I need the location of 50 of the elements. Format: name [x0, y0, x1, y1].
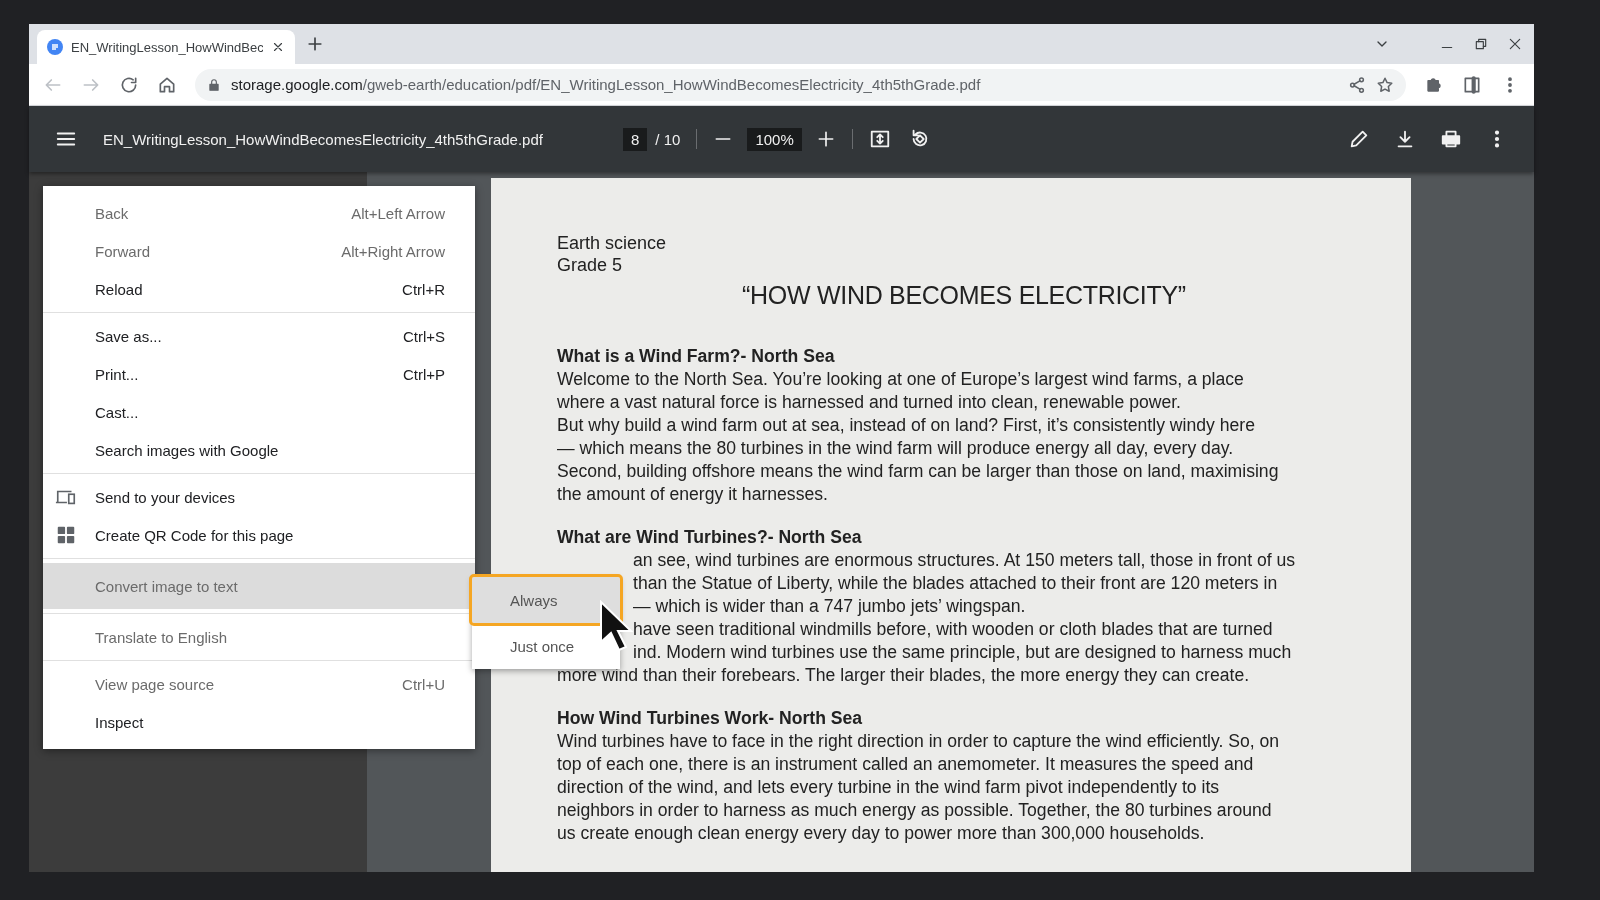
document-text-line: Wind turbines have to face in the right direction in order to capture the wind efficiently. So, on	[557, 730, 1281, 753]
restore-icon[interactable]	[1474, 37, 1488, 51]
menu-item[interactable]: Inspect	[43, 703, 475, 741]
zoom-field[interactable]: 100%	[747, 127, 802, 151]
fit-page-icon[interactable]	[868, 128, 891, 150]
submenu-item[interactable]: Always	[472, 577, 620, 623]
menu-item[interactable]: Create QR Code for this page	[43, 516, 475, 554]
document-text-line: where a vast natural force is harnessed and turned into clean, renewable power.	[557, 391, 1182, 414]
side-panel-icon[interactable]	[1462, 74, 1482, 95]
menu-item[interactable]: Send to your devices	[43, 478, 475, 516]
printer-icon[interactable]	[1440, 128, 1462, 150]
section-heading: What are Wind Turbines?- North Sea	[557, 526, 863, 549]
document-text-line: an see, wind turbines are enormous structures. At 150 meters tall, those in front of us	[633, 549, 1297, 572]
document-text-line: But why build a wind farm out at sea, instead of on land? First, it’s consistently windy here	[557, 414, 1256, 437]
document-text-line: ind. Modern wind turbines use the same principle, but are designed to harness much	[633, 641, 1293, 664]
section-heading: How Wind Turbines Work- North Sea	[557, 707, 864, 730]
page-total: / 10	[655, 130, 681, 148]
close-icon[interactable]	[1508, 37, 1522, 51]
document-text-line: — which is wider than a 747 jumbo jets’ wingspan.	[633, 595, 1027, 618]
document-text-line: the amount of energy it harnesses.	[557, 483, 829, 506]
close-icon[interactable]	[271, 40, 285, 54]
document-title: “HOW WIND BECOMES ELECTRICITY”	[741, 284, 1187, 307]
star-icon[interactable]	[1376, 75, 1394, 94]
document-text-line: direction of the wind, and lets every turbine in the wind farm pivot independently to its	[557, 776, 1221, 799]
document-text-line: more wind than their forebears. The larger their blades, the more energy they can create.	[557, 664, 1251, 687]
document-meta-text: Grade 5	[557, 254, 624, 276]
document-text-line: neighbors in order to harness as much energy as possible. Together, the 80 turbines around	[557, 799, 1273, 822]
page-number-field[interactable]: 8	[623, 127, 648, 151]
menu-item[interactable]: Print... Ctrl+P	[43, 355, 475, 393]
address-bar[interactable]: storage.google.com/gweb-earth/education/pdf/EN_WritingLesson_HowWindBecomesElectricity_4th5thGrade.pdf	[195, 68, 1406, 101]
document-text-line: — which means the 80 turbines in the wind farm will produce energy all day, every day.	[557, 437, 1235, 460]
section-heading: What is a Wind Farm?- North Sea	[557, 345, 836, 368]
document-text-line: top of each one, there is an instrument called an anemometer. It measures the speed and	[557, 753, 1255, 776]
document-text-line: us create enough clean energy every day to power more than 300,000 households.	[557, 822, 1206, 845]
lock-icon	[207, 77, 221, 92]
document-meta-text: Earth science	[557, 232, 668, 254]
menu-item[interactable]: Reload Ctrl+R	[43, 270, 475, 308]
menu-item[interactable]: Cast...	[43, 393, 475, 431]
qr-code-icon	[55, 524, 77, 546]
document-text-line: Welcome to the North Sea. You’re looking at one of Europe’s largest wind farms, a place	[557, 368, 1245, 391]
browser-tab[interactable]: EN_WritingLesson_HowWindBec	[37, 30, 295, 64]
share-icon[interactable]	[1348, 75, 1366, 94]
menu-item[interactable]: Search images with Google	[43, 431, 475, 469]
document-filename: EN_WritingLesson_HowWindBecomesElectricity_4th5thGrade.pdf	[103, 130, 544, 148]
document-text-line: Second, building offshore means the wind farm can be larger than those on land, maximising	[557, 460, 1280, 483]
document-text-line: have seen traditional windmills before, with wooden or cloth blades that are turned	[633, 618, 1274, 641]
document-text-line: than the Statue of Liberty, while the blades attached to their front are 120 meters in	[633, 572, 1279, 595]
tab-favicon-icon	[47, 39, 63, 55]
pencil-icon[interactable]	[1348, 128, 1370, 150]
menu-item[interactable]: Save as... Ctrl+S	[43, 317, 475, 355]
